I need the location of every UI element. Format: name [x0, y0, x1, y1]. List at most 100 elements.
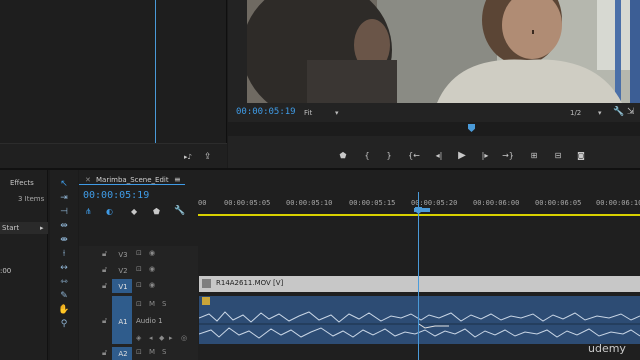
step-forward-icon[interactable]: |▸	[478, 150, 492, 162]
clip-name: R14A2611.MOV [V]	[216, 279, 284, 287]
razor-tool-icon[interactable]: ⍿	[57, 248, 71, 260]
ripple-edit-tool-icon[interactable]: ⊣	[57, 206, 71, 218]
prev-keyframe-icon[interactable]: ◂	[149, 334, 153, 342]
resolution-dropdown[interactable]: 1/2	[570, 109, 581, 117]
go-to-in-icon[interactable]: {←	[407, 150, 421, 162]
track-select-tool-icon[interactable]: ⇥	[57, 192, 71, 204]
fit-dropdown[interactable]: Fit	[304, 109, 312, 117]
effects-timecode: :00	[0, 267, 12, 275]
wrench-icon[interactable]: 🔧	[174, 206, 185, 216]
start-row[interactable]: Start ▸	[0, 222, 48, 234]
sync-lock-icon[interactable]: ⊡	[136, 249, 142, 257]
lock-icon[interactable]: 🔓︎	[102, 265, 107, 275]
wrench-icon[interactable]: 🔧	[613, 107, 624, 117]
eye-icon[interactable]: ◉	[149, 281, 155, 289]
go-to-out-icon[interactable]: →}	[501, 150, 515, 162]
track-label-v1[interactable]: V1	[114, 281, 132, 293]
next-keyframe-icon[interactable]: ▸	[169, 334, 173, 342]
solo-button[interactable]: S	[162, 300, 166, 308]
pen-tool-icon[interactable]: ✎	[57, 290, 71, 302]
linked-selection-icon[interactable]: ◐	[106, 207, 113, 216]
selection-tool-icon[interactable]: ↖	[57, 178, 71, 190]
video-preview	[247, 0, 640, 103]
effects-panel: Effects 3 Items Start ▸ :00	[0, 170, 48, 360]
work-area-bar[interactable]	[198, 214, 640, 216]
snap-icon[interactable]: ⋔	[85, 207, 92, 216]
panel-divider[interactable]	[0, 168, 640, 170]
track-label-v2[interactable]: V2	[114, 265, 132, 277]
mark-in-icon[interactable]: {	[360, 150, 374, 162]
slip-tool-icon[interactable]: ↔	[57, 262, 71, 274]
chevron-right-icon: ▸	[40, 224, 44, 232]
sync-lock-icon[interactable]: ⊡	[136, 348, 142, 356]
ruler-label: 00:00:05:05	[224, 199, 271, 207]
eye-icon[interactable]: ◉	[149, 265, 155, 273]
video-clip[interactable]: R14A2611.MOV [V]	[199, 276, 640, 292]
timeline-playhead[interactable]	[418, 192, 419, 360]
add-marker-icon[interactable]: ◆	[131, 207, 137, 216]
solo-button[interactable]: S	[162, 348, 166, 356]
audio-waveform	[199, 311, 640, 339]
mark-out-icon[interactable]: }	[382, 150, 396, 162]
extract-icon[interactable]: ⊟	[551, 150, 565, 162]
ruler-label: 00:00:06:10	[596, 199, 640, 207]
transport-controls: ⬟ { } {← ◂| ▶ |▸ →} ⊞ ⊟ ◙	[336, 150, 606, 164]
program-scrub-bar[interactable]	[228, 122, 640, 136]
insert-icon[interactable]: ▸♪	[184, 153, 192, 161]
program-timecode[interactable]: 00:00:05:19	[236, 107, 296, 117]
step-back-icon[interactable]: ◂|	[432, 150, 446, 162]
hand-tool-icon[interactable]: ✋	[57, 304, 71, 316]
marker-icon[interactable]: ⬟	[153, 207, 160, 216]
eye-icon[interactable]: ◉	[149, 249, 155, 257]
camera-icon[interactable]: ◙	[574, 150, 588, 162]
keyframe-toggle-icon[interactable]: ◈	[136, 334, 141, 342]
source-playhead[interactable]	[155, 0, 156, 143]
timeline-panel: ✕ Marimba_Scene_Edit ≡ 00:00:05:19 ⋔ ◐ ◆…	[79, 170, 640, 360]
start-label: Start	[2, 224, 20, 232]
play-icon[interactable]: ▶	[455, 150, 469, 162]
clip-fx-badge	[202, 279, 211, 288]
clip-fx-badge	[202, 297, 210, 305]
effects-tab[interactable]: Effects	[10, 179, 34, 187]
sync-lock-icon[interactable]: ⊡	[136, 300, 142, 308]
zoom-tool-icon[interactable]: ⚲	[57, 318, 71, 330]
add-marker-icon[interactable]: ⬟	[336, 150, 350, 162]
source-bottom-bar: ▸♪ ⇪	[0, 143, 227, 168]
empty-video-lanes[interactable]	[199, 246, 640, 274]
export-frame-icon[interactable]: ⇲	[627, 107, 635, 117]
lock-icon[interactable]: 🔓︎	[102, 316, 107, 326]
add-keyframe-icon[interactable]: ◆	[159, 334, 164, 342]
slide-tool-icon[interactable]: ⇿	[57, 276, 71, 288]
lock-icon[interactable]: 🔓︎	[102, 249, 107, 259]
program-playhead-marker[interactable]	[468, 124, 475, 132]
empty-audio-lane[interactable]	[199, 346, 640, 360]
mute-button[interactable]: M	[149, 300, 155, 308]
lift-icon[interactable]: ⊞	[527, 150, 541, 162]
ruler-label: 00:00:06:00	[473, 199, 520, 207]
udemy-watermark: udemy	[588, 342, 626, 355]
track-name-audio-1[interactable]: Audio 1	[136, 317, 163, 325]
sync-lock-icon[interactable]: ⊡	[136, 265, 142, 273]
close-tab-icon[interactable]: ✕	[85, 176, 91, 184]
track-label-a2[interactable]: A2	[114, 348, 132, 360]
sequence-tab[interactable]: Marimba_Scene_Edit	[96, 176, 169, 184]
fit-chevron-down-icon[interactable]: ▾	[335, 109, 339, 117]
timeline-timecode[interactable]: 00:00:05:19	[83, 190, 149, 201]
tools-panel: ↖ ⇥ ⊣ ⇹ ⇼ ⍿ ↔ ⇿ ✎ ✋ ⚲	[50, 170, 78, 360]
track-headers: 🔓︎ V3 ⊡ ◉ 🔓︎ V2 ⊡ ◉ 🔓︎ V1 ⊡ ◉ ⊡ M S 🔓︎ A…	[79, 246, 198, 360]
lock-icon[interactable]: 🔓︎	[102, 348, 107, 358]
rate-stretch-tool-icon[interactable]: ⇼	[57, 234, 71, 246]
rolling-edit-tool-icon[interactable]: ⇹	[57, 220, 71, 232]
tab-underline	[79, 184, 185, 185]
panel-menu-icon[interactable]: ≡	[174, 175, 181, 184]
ruler-label: 00:00:05:15	[349, 199, 396, 207]
resolution-chevron-down-icon[interactable]: ▾	[598, 109, 602, 117]
track-label-v3[interactable]: V3	[114, 249, 132, 261]
audio-clip[interactable]	[199, 296, 640, 344]
export-frame-icon[interactable]: ⇪	[204, 152, 212, 162]
mute-button[interactable]: M	[149, 348, 155, 356]
track-label-a1[interactable]: A1	[114, 316, 132, 328]
lock-icon[interactable]: 🔓︎	[102, 281, 107, 291]
volume-icon[interactable]: ◎	[181, 334, 187, 342]
sync-lock-icon[interactable]: ⊡	[136, 281, 142, 289]
